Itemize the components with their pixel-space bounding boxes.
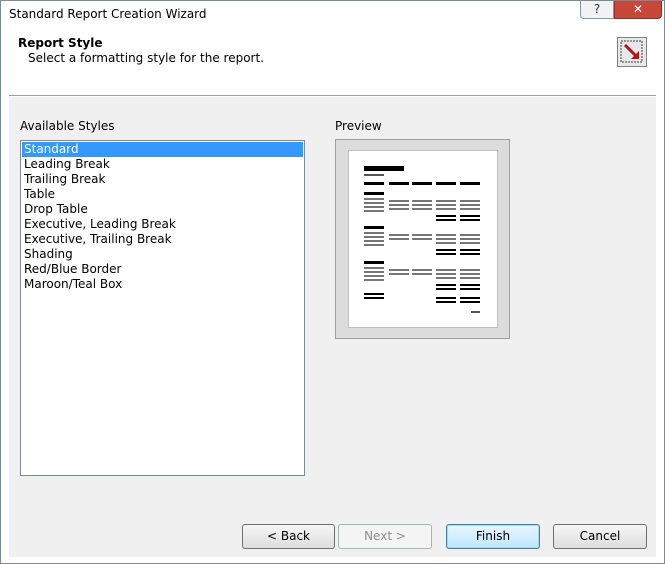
style-list-item[interactable]: Executive, Leading Break (22, 217, 303, 232)
window-title: Standard Report Creation Wizard (9, 7, 207, 21)
styles-listbox[interactable]: Standard Leading Break Trailing Break Table… (20, 140, 305, 476)
wizard-body: Available Styles Standard Leading Break Tr… (9, 97, 656, 507)
style-list-item[interactable]: Drop Table (22, 202, 303, 217)
back-button[interactable]: < Back (242, 524, 335, 549)
style-list-item[interactable]: Executive, Trailing Break (22, 232, 303, 247)
report-preview-thumbnail (348, 150, 498, 328)
style-list-item[interactable]: Table (22, 187, 303, 202)
title-bar: Standard Report Creation Wizard ? ✕ (1, 1, 664, 29)
style-list-item[interactable]: Trailing Break (22, 172, 303, 187)
available-styles-label: Available Styles (20, 119, 115, 133)
style-list-item[interactable]: Standard (22, 142, 303, 157)
cancel-button[interactable]: Cancel (553, 524, 647, 549)
help-button[interactable]: ? (580, 1, 614, 19)
preview-frame (335, 139, 510, 339)
page-subtitle: Select a formatting style for the report… (28, 51, 264, 65)
style-list-item[interactable]: Shading (22, 247, 303, 262)
style-list-item[interactable]: Maroon/Teal Box (22, 277, 303, 292)
style-list-item[interactable]: Leading Break (22, 157, 303, 172)
next-button[interactable]: Next > (338, 524, 432, 549)
report-wizard-icon (617, 37, 647, 67)
finish-button[interactable]: Finish (446, 524, 540, 549)
style-list-item[interactable]: Red/Blue Border (22, 262, 303, 277)
wizard-footer: < Back Next > Finish Cancel (9, 507, 656, 557)
page-title: Report Style (18, 36, 103, 50)
wizard-header: Report Style Select a formatting style f… (9, 31, 656, 96)
preview-label: Preview (335, 119, 382, 133)
close-button[interactable]: ✕ (614, 1, 662, 19)
wizard-window: Standard Report Creation Wizard ? ✕ Repo… (0, 0, 665, 564)
